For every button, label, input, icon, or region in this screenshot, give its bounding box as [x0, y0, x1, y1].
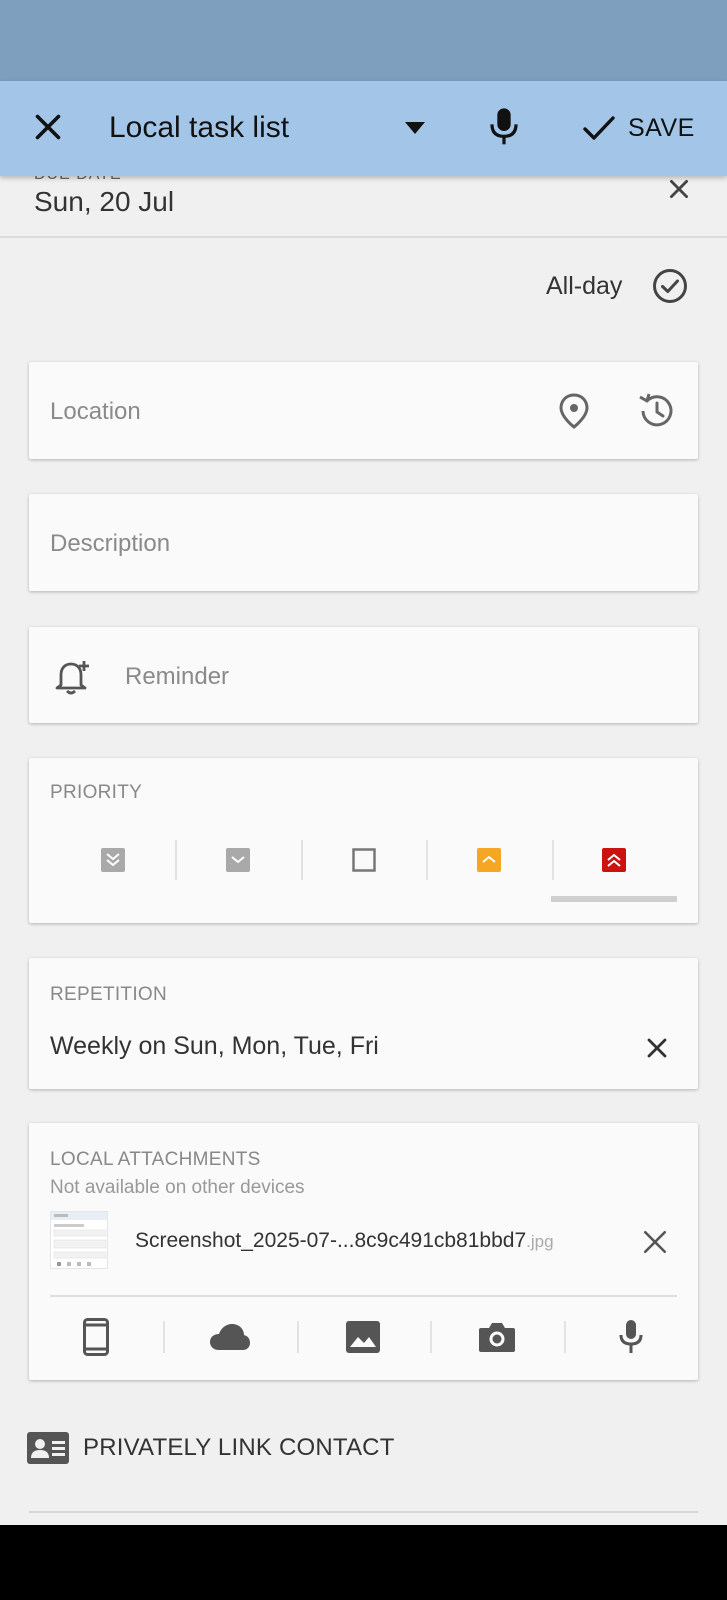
- due-date-value[interactable]: Sun, 20 Jul: [34, 186, 174, 218]
- location-card[interactable]: Location: [29, 362, 698, 459]
- priority-selected-indicator: [551, 896, 677, 902]
- attach-from-cloud-button[interactable]: [162, 1315, 297, 1359]
- add-alarm-icon: [55, 661, 89, 695]
- attachment-thumbnail[interactable]: [50, 1211, 108, 1269]
- description-card[interactable]: Description: [29, 494, 698, 591]
- clear-due-date-icon[interactable]: [666, 176, 692, 202]
- priority-card: PRIORITY: [29, 758, 698, 923]
- attach-from-device-button[interactable]: [29, 1315, 163, 1359]
- attach-image-button[interactable]: [296, 1315, 431, 1359]
- screenshot-thumbnail-image: [51, 1212, 107, 1266]
- priority-low-icon: [226, 848, 251, 872]
- location-input[interactable]: Location: [50, 398, 141, 426]
- link-contact-label: PRIVATELY LINK CONTACT: [83, 1434, 395, 1461]
- attachments-label: LOCAL ATTACHMENTS: [50, 1149, 261, 1170]
- mic-icon: [619, 1320, 643, 1353]
- camera-icon: [479, 1323, 516, 1352]
- priority-lowest-button[interactable]: [50, 840, 175, 880]
- priority-label: PRIORITY: [50, 782, 143, 803]
- attachment-source-row: [29, 1315, 698, 1359]
- all-day-label: All-day: [546, 271, 623, 300]
- attach-audio-button[interactable]: [564, 1315, 698, 1359]
- close-icon[interactable]: [30, 109, 66, 145]
- link-contact-button[interactable]: PRIVATELY LINK CONTACT: [27, 1432, 395, 1464]
- priority-none-icon: [351, 848, 376, 872]
- clear-repetition-icon[interactable]: [645, 1036, 669, 1060]
- check-circle-icon[interactable]: [652, 268, 688, 304]
- map-pin-icon[interactable]: [557, 392, 591, 430]
- attachments-divider: [50, 1295, 677, 1297]
- repetition-label: REPETITION: [50, 984, 168, 1005]
- priority-none-button[interactable]: [300, 840, 426, 880]
- reminder-card[interactable]: Reminder: [29, 627, 698, 723]
- priority-high-button[interactable]: [426, 840, 551, 880]
- attachment-name-text: Screenshot_2025-07-...8c9c491cb81bbd7: [135, 1229, 527, 1252]
- save-label: SAVE: [628, 113, 695, 142]
- history-icon[interactable]: [637, 392, 675, 430]
- priority-low-button[interactable]: [175, 840, 300, 880]
- attachment-file-name[interactable]: Screenshot_2025-07-...8c9c491cb81bbd7.jp…: [135, 1229, 554, 1253]
- repetition-value[interactable]: Weekly on Sun, Mon, Tue, Fri: [50, 1032, 379, 1061]
- app-bar: Local task list SAVE: [0, 81, 727, 176]
- dropdown-caret-icon[interactable]: [404, 121, 426, 135]
- priority-highest-icon: [602, 848, 627, 872]
- all-day-toggle[interactable]: All-day: [546, 268, 688, 304]
- due-date-section[interactable]: DUE DATE Sun, 20 Jul: [0, 176, 727, 238]
- cloud-icon: [209, 1324, 250, 1350]
- status-bar: [0, 0, 727, 81]
- priority-highest-button[interactable]: [551, 840, 677, 880]
- contact-card-icon: [27, 1432, 69, 1464]
- description-input[interactable]: Description: [50, 530, 170, 558]
- due-date-label: DUE DATE: [34, 176, 122, 184]
- remove-attachment-icon[interactable]: [642, 1229, 668, 1255]
- attach-camera-button[interactable]: [430, 1315, 564, 1359]
- attachments-subtitle: Not available on other devices: [50, 1177, 305, 1198]
- repetition-card[interactable]: REPETITION Weekly on Sun, Mon, Tue, Fri: [29, 958, 698, 1089]
- priority-lowest-icon: [100, 848, 125, 872]
- attachments-card: LOCAL ATTACHMENTS Not available on other…: [29, 1123, 698, 1380]
- priority-selector: [50, 840, 677, 880]
- priority-high-icon: [476, 848, 501, 872]
- image-icon: [346, 1321, 381, 1353]
- check-icon: [583, 116, 615, 140]
- save-button[interactable]: SAVE: [582, 105, 695, 151]
- navigation-bar: [0, 1525, 727, 1600]
- phone-icon: [82, 1318, 109, 1356]
- mic-icon[interactable]: [488, 107, 520, 147]
- reminder-input[interactable]: Reminder: [125, 663, 229, 691]
- attachment-extension: .jpg: [526, 1232, 554, 1251]
- bottom-divider: [29, 1511, 698, 1513]
- list-title[interactable]: Local task list: [109, 111, 289, 145]
